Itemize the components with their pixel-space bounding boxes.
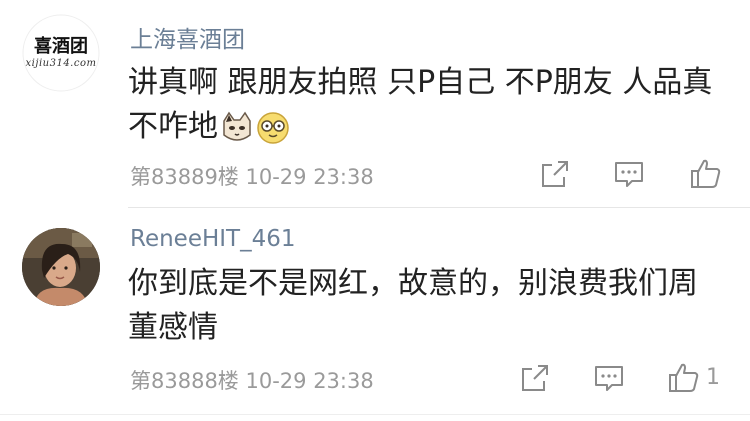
comment-meta: 第83888楼 10-29 23:38: [130, 365, 374, 395]
floor-number: 第83888楼: [130, 369, 239, 393]
cat-face-emoji: [223, 111, 251, 141]
timestamp: 10-29 23:38: [245, 369, 374, 393]
comment-icon[interactable]: [592, 361, 626, 395]
brand-logo-icon: 喜酒团: [22, 14, 100, 92]
comment-item: ReneeHIT_461 你到底是不是网红，故意的，别浪费我们周董感情 第838…: [0, 210, 750, 410]
divider: [128, 207, 750, 208]
comment-meta: 第83889楼 10-29 23:38: [130, 161, 374, 191]
like-count: 1: [706, 365, 720, 390]
comment-text-content: 讲真啊 跟朋友拍照 只P自己 不P朋友 人品真不咋地: [128, 65, 713, 144]
floor-number: 第83889楼: [130, 165, 239, 189]
user-photo-icon: [22, 228, 100, 306]
divider: [0, 414, 750, 415]
share-icon[interactable]: [518, 361, 552, 395]
comment-item: 喜酒团 xijiu314.com 上海喜酒团 讲真啊 跟朋友拍照 只P自己 不P…: [0, 0, 750, 205]
comment-text: 讲真啊 跟朋友拍照 只P自己 不P朋友 人品真不咋地: [128, 61, 718, 149]
avatar-logo-text: xijiu314.com: [25, 58, 97, 69]
username[interactable]: 上海喜酒团: [130, 20, 245, 54]
comment-icon[interactable]: [612, 157, 646, 191]
glasses-face-emoji: [257, 111, 289, 144]
thumbs-up-icon[interactable]: [667, 361, 701, 395]
username[interactable]: ReneeHIT_461: [130, 226, 296, 252]
avatar[interactable]: 喜酒团 xijiu314.com: [22, 14, 100, 92]
comment-list: 喜酒团 xijiu314.com 上海喜酒团 讲真啊 跟朋友拍照 只P自己 不P…: [0, 0, 750, 421]
avatar[interactable]: [22, 228, 100, 306]
svg-text:喜酒团: 喜酒团: [34, 35, 88, 57]
timestamp: 10-29 23:38: [245, 165, 374, 189]
thumbs-up-icon[interactable]: [689, 157, 723, 191]
comment-text: 你到底是不是网红，故意的，别浪费我们周董感情: [128, 266, 698, 345]
share-icon[interactable]: [538, 157, 572, 191]
